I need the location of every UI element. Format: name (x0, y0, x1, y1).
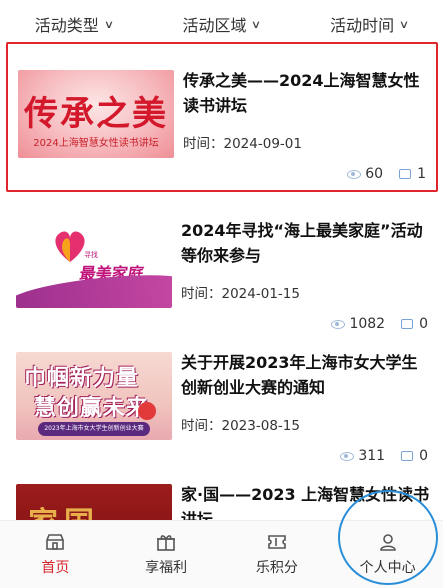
thumbnail-title: 巾帼新力量 (24, 366, 140, 391)
thumbnail-subtitle: 2023年上海市女大学生创新创业大赛 (38, 422, 150, 436)
comment-icon (399, 169, 412, 179)
filter-label: 活动类型 (34, 16, 99, 35)
filter-label: 活动区域 (182, 16, 247, 35)
gift-icon (157, 534, 176, 551)
article-list: 传承之美 2024上海智慧女性读书讲坛 传承之美——2024上海智慧女性读书讲坛… (0, 40, 443, 520)
article-title: 家·国——2023 上海智慧女性读书讲坛 (181, 485, 430, 520)
article-thumbnail: 寻找 最美家庭 (16, 220, 172, 308)
chevron-down-icon: ∨ (398, 17, 410, 31)
view-count: 60 (365, 166, 384, 182)
tab-home[interactable]: 首页 (0, 521, 111, 588)
article-title: 2024年寻找“海上最美家庭”活动等你来参与 (181, 221, 423, 265)
tab-welfare[interactable]: 享福利 (111, 521, 222, 588)
thumbnail-subtitle: 寻找 (84, 251, 98, 259)
filter-label: 活动时间 (330, 16, 395, 35)
article-time: 时间：2024-01-15 (181, 286, 300, 302)
article-card[interactable]: 巾帼新力量 慧创赢未来 2023年上海市女大学生创新创业大赛 关于开展2023年… (6, 326, 438, 476)
article-title: 关于开展2023年上海市女大学生创新创业大赛的通知 (181, 353, 418, 397)
thumbnail-subtitle: 2024上海智慧女性读书讲坛 (33, 138, 159, 149)
article-card[interactable]: 寻找 最美家庭 2024年寻找“海上最美家庭”活动等你来参与 时间：2024-0… (6, 194, 438, 344)
article-time: 时间：2023-08-15 (181, 418, 300, 434)
thumbnail-title: 传承之美 (24, 94, 168, 134)
tab-label: 首页 (41, 559, 70, 576)
user-icon (379, 533, 396, 551)
ticket-icon (268, 534, 286, 549)
article-title: 传承之美——2024上海智慧女性读书讲坛 (183, 71, 420, 115)
home-icon (46, 533, 65, 550)
boxing-glove-decoration (138, 402, 156, 420)
article-card[interactable]: 家国 家·国——2023 上海智慧女性读书讲坛 (6, 458, 438, 520)
article-card[interactable]: 传承之美 2024上海智慧女性读书讲坛 传承之美——2024上海智慧女性读书讲坛… (6, 42, 438, 192)
chevron-down-icon: ∨ (103, 17, 115, 31)
article-stats: 60 1 (347, 166, 426, 182)
tab-label: 个人中心 (359, 559, 416, 576)
comment-count: 1 (417, 166, 426, 182)
article-thumbnail: 传承之美 2024上海智慧女性读书讲坛 (18, 70, 174, 158)
tab-label: 享福利 (145, 559, 188, 576)
tab-profile[interactable]: 个人中心 (332, 521, 443, 588)
article-thumbnail: 家国 (16, 484, 172, 520)
eye-icon (347, 169, 362, 179)
chevron-down-icon: ∨ (251, 17, 262, 31)
article-time: 时间：2024-09-01 (183, 136, 302, 152)
thumbnail-title: 慧创赢未来 (34, 396, 150, 421)
tab-points[interactable]: 乐积分 (222, 521, 333, 588)
bottom-tab-bar: 首页 享福利 乐积分 个人中心 (0, 520, 443, 588)
thumbnail-title: 家国 (28, 498, 100, 520)
article-thumbnail: 巾帼新力量 慧创赢未来 2023年上海市女大学生创新创业大赛 (16, 352, 172, 440)
tab-label: 乐积分 (255, 559, 298, 576)
